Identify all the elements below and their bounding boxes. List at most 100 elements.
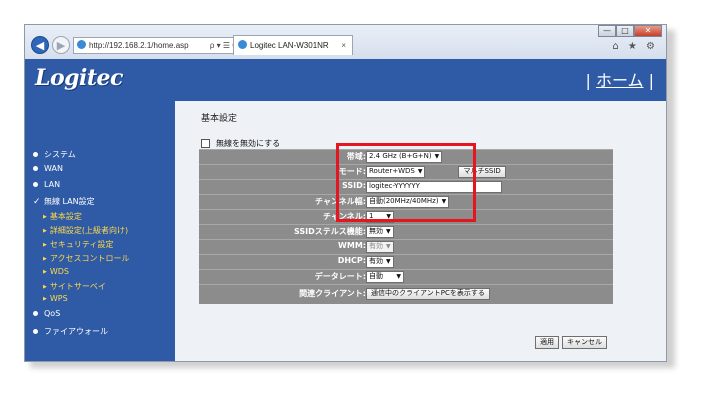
bullet-icon bbox=[33, 311, 38, 316]
back-arrow-icon: ◀ bbox=[35, 38, 45, 52]
window-controls: — □ ✕ bbox=[598, 25, 662, 39]
logitec-logo: Logitec bbox=[35, 65, 123, 91]
channel-width-label: チャンネル幅: bbox=[315, 197, 366, 206]
show-clients-button[interactable]: 通信中のクライアントPCを表示する bbox=[366, 287, 490, 300]
browser-window: ◀ ▶ http://192.168.2.1/home.asp ρ ▾ ☰ C … bbox=[24, 24, 667, 362]
chevron-down-icon: ▼ bbox=[386, 212, 391, 220]
triangle-right-icon: ▶ bbox=[43, 284, 47, 290]
row-mode: モード: Router+WDS ▼ マルチSSID bbox=[199, 164, 613, 178]
row-wmm: WMM: 有効 ▼ bbox=[199, 239, 613, 253]
sidebar-sub-label: アクセスコントロール bbox=[49, 254, 130, 263]
cancel-button[interactable]: キャンセル bbox=[562, 336, 607, 349]
home-link[interactable]: ホーム bbox=[596, 71, 644, 90]
main-content: 基本設定 無線を無効にする 帯域: 2.4 GHz (B+G+N) ▼ モード: … bbox=[175, 101, 666, 361]
page-title: 基本設定 bbox=[201, 114, 238, 124]
mode-label: モード: bbox=[338, 167, 366, 176]
band-label: 帯域: bbox=[346, 152, 366, 161]
browser-tools-icons[interactable]: ⌂ ★ ⚙ bbox=[612, 41, 658, 52]
triangle-right-icon: ▶ bbox=[43, 269, 47, 275]
sidebar-item-label: LAN bbox=[44, 180, 61, 189]
bullet-icon bbox=[33, 329, 38, 334]
disable-wireless-row[interactable]: 無線を無効にする bbox=[201, 138, 280, 149]
multi-ssid-button[interactable]: マルチSSID bbox=[458, 165, 506, 178]
sidebar-item-firewall[interactable]: ファイアウォール bbox=[33, 326, 108, 337]
sidebar-item-wan[interactable]: WAN bbox=[33, 164, 63, 173]
sidebar-sub-label: サイトサーベイ bbox=[49, 282, 106, 291]
address-bar[interactable]: http://192.168.2.1/home.asp ρ ▾ ☰ C bbox=[73, 37, 241, 54]
forward-button[interactable]: ▶ bbox=[52, 36, 70, 54]
disable-wireless-checkbox[interactable] bbox=[201, 139, 210, 148]
apply-button[interactable]: 適用 bbox=[535, 336, 559, 349]
row-dhcp: DHCP: 有効 ▼ bbox=[199, 254, 613, 268]
triangle-right-icon: ▶ bbox=[43, 214, 47, 220]
close-button[interactable]: ✕ bbox=[634, 25, 662, 37]
tab-title: Logitec LAN-W301NR bbox=[250, 41, 329, 50]
sidebar-sub-advanced[interactable]: ▶ 詳細設定(上級者向け) bbox=[43, 225, 128, 236]
browser-titlebar: ◀ ▶ http://192.168.2.1/home.asp ρ ▾ ☰ C … bbox=[25, 25, 666, 59]
maximize-button[interactable]: □ bbox=[616, 25, 634, 37]
ssid-stealth-label: SSIDステルス機能: bbox=[294, 227, 366, 236]
ssid-input[interactable]: logitec-YYYYYY bbox=[366, 180, 502, 193]
sidebar-sub-site-survey[interactable]: ▶ サイトサーベイ bbox=[43, 281, 106, 292]
ssid-stealth-select[interactable]: 無効 ▼ bbox=[366, 225, 394, 238]
dhcp-select[interactable]: 有効 ▼ bbox=[366, 255, 394, 268]
ssid-label: SSID: bbox=[342, 181, 366, 190]
row-band: 帯域: 2.4 GHz (B+G+N) ▼ bbox=[199, 149, 613, 163]
sidebar-item-lan[interactable]: LAN bbox=[33, 180, 60, 189]
channel-label: チャンネル: bbox=[323, 212, 366, 221]
channel-value: 1 bbox=[369, 211, 374, 220]
triangle-right-icon: ▶ bbox=[43, 242, 47, 248]
browser-tab[interactable]: Logitec LAN-W301NR × bbox=[233, 35, 353, 55]
sidebar-item-label: ファイアウォール bbox=[44, 327, 108, 336]
sidebar-sub-basic[interactable]: ▶ 基本設定 bbox=[43, 211, 82, 222]
triangle-right-icon: ▶ bbox=[43, 256, 47, 262]
row-ssid-stealth: SSIDステルス機能: 無効 ▼ bbox=[199, 224, 613, 238]
sidebar-item-label: 無線 LAN設定 bbox=[44, 197, 95, 206]
chevron-down-icon: ▼ bbox=[386, 257, 391, 265]
sidebar-sub-wps[interactable]: ▶ WPS bbox=[43, 294, 68, 303]
wmm-label: WMM: bbox=[338, 241, 366, 250]
wmm-value: 有効 bbox=[369, 241, 383, 250]
sidebar-item-label: WAN bbox=[44, 164, 63, 173]
minimize-button[interactable]: — bbox=[598, 25, 616, 37]
dhcp-value: 有効 bbox=[369, 256, 383, 265]
ssid-stealth-value: 無効 bbox=[369, 226, 383, 235]
sidebar-item-qos[interactable]: QoS bbox=[33, 309, 60, 318]
forward-arrow-icon: ▶ bbox=[56, 38, 66, 52]
band-value: 2.4 GHz (B+G+N) bbox=[369, 151, 432, 160]
chevron-down-icon: ▼ bbox=[434, 152, 440, 160]
triangle-right-icon: ▶ bbox=[43, 296, 47, 302]
sidebar-item-label: QoS bbox=[44, 309, 61, 318]
bullet-icon bbox=[33, 152, 38, 157]
disable-wireless-label: 無線を無効にする bbox=[216, 139, 281, 148]
mode-select[interactable]: Router+WDS ▼ bbox=[366, 165, 426, 178]
form-buttons: 適用 キャンセル bbox=[535, 336, 607, 349]
dhcp-label: DHCP: bbox=[337, 256, 366, 265]
sidebar-sub-label: セキュリティ設定 bbox=[49, 240, 114, 249]
channel-select[interactable]: 1 ▼ bbox=[366, 210, 394, 223]
row-clients: 関連クライアント: 通信中のクライアントPCを表示する bbox=[199, 284, 613, 304]
clients-label: 関連クライアント: bbox=[299, 289, 366, 298]
tab-favicon-icon bbox=[238, 40, 247, 49]
chevron-down-icon: ▼ bbox=[441, 197, 447, 205]
mode-value: Router+WDS bbox=[369, 166, 415, 175]
sidebar-sub-label: WPS bbox=[49, 294, 68, 303]
sidebar-item-system[interactable]: システム bbox=[33, 149, 76, 160]
bullet-icon bbox=[33, 166, 38, 171]
sidebar-item-wireless[interactable]: ✓ 無線 LAN設定 bbox=[33, 196, 95, 207]
sidebar-sub-security[interactable]: ▶ セキュリティ設定 bbox=[43, 239, 113, 250]
band-select[interactable]: 2.4 GHz (B+G+N) ▼ bbox=[366, 150, 443, 163]
sidebar-sub-label: WDS bbox=[49, 267, 70, 276]
sidebar-sub-label: 基本設定 bbox=[49, 212, 82, 221]
back-button[interactable]: ◀ bbox=[31, 36, 49, 54]
data-rate-select[interactable]: 自動 ▼ bbox=[366, 270, 404, 283]
tab-close-icon[interactable]: × bbox=[341, 36, 346, 55]
chevron-down-icon: ▼ bbox=[386, 242, 391, 250]
row-channel-width: チャンネル幅: 自動(20MHz/40MHz) ▼ bbox=[199, 194, 613, 208]
sidebar-sub-wds[interactable]: ▶ WDS bbox=[43, 267, 69, 276]
home-link-wrapper: | ホーム | bbox=[585, 71, 655, 90]
settings-table: 帯域: 2.4 GHz (B+G+N) ▼ モード: Router+WDS ▼ マル… bbox=[199, 143, 613, 304]
triangle-right-icon: ▶ bbox=[43, 228, 47, 234]
channel-width-select[interactable]: 自動(20MHz/40MHz) ▼ bbox=[366, 195, 450, 208]
sidebar-sub-access-control[interactable]: ▶ アクセスコントロール bbox=[43, 253, 129, 264]
